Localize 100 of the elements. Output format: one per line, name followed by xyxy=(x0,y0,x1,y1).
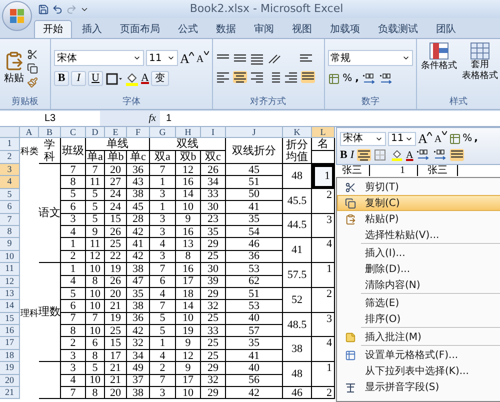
row-header[interactable]: 14 xyxy=(0,300,20,313)
underline-button[interactable]: U xyxy=(88,71,104,86)
ribbon-tab[interactable]: 团队 xyxy=(428,20,464,38)
menu-item[interactable]: 排序(O) xyxy=(337,311,500,327)
row-header[interactable]: 7 xyxy=(0,214,20,226)
ribbon-tab[interactable]: 数据 xyxy=(208,20,244,38)
bold-button[interactable]: B xyxy=(340,149,348,161)
rank-cell[interactable]: 2 xyxy=(312,188,335,214)
rank-cell[interactable]: 3 xyxy=(312,312,335,338)
ribbon-tab[interactable]: 视图 xyxy=(284,20,320,38)
rank-cell[interactable]: 2 xyxy=(312,288,335,313)
rank-cell[interactable]: 1 xyxy=(312,362,335,388)
save-icon[interactable] xyxy=(38,4,49,14)
font-size-field[interactable]: 11 xyxy=(388,132,416,146)
row-header[interactable]: 20 xyxy=(0,374,20,388)
row-header[interactable]: 6 xyxy=(0,201,20,214)
row-header[interactable]: 5 xyxy=(0,188,20,202)
fill-color-icon[interactable] xyxy=(125,72,140,86)
rank-cell[interactable]: 1 xyxy=(312,164,335,189)
ribbon-tab[interactable]: 公式 xyxy=(170,20,206,38)
font-name-field[interactable]: 宋体 xyxy=(54,50,144,66)
align-left-icon[interactable] xyxy=(216,71,230,83)
conditional-format-button[interactable]: 条件格式 xyxy=(419,42,459,74)
rank-cell[interactable]: 1 xyxy=(312,263,335,288)
align-center-button[interactable] xyxy=(357,149,372,161)
italic-button[interactable]: I xyxy=(71,71,86,86)
row-header[interactable]: 13 xyxy=(0,288,20,300)
column-header[interactable]: I xyxy=(201,127,226,138)
align-right-icon[interactable] xyxy=(250,71,264,83)
align-center-button[interactable] xyxy=(232,71,247,83)
merge-cells-button[interactable] xyxy=(450,149,464,161)
menu-item[interactable]: 粘贴(P) xyxy=(337,211,500,227)
row-header[interactable]: 1 xyxy=(0,138,20,151)
decrease-decimal-icon[interactable] xyxy=(378,72,393,84)
menu-item[interactable]: 从下拉列表中选择(K)... xyxy=(337,363,500,379)
column-header[interactable]: J xyxy=(226,127,283,138)
row-header[interactable]: 10 xyxy=(0,250,20,264)
column-header[interactable]: C xyxy=(61,127,86,138)
menu-item[interactable]: 显示拼音字段(S) xyxy=(337,379,500,395)
ribbon-tab[interactable]: 审阅 xyxy=(246,20,282,38)
row-header[interactable]: 2 xyxy=(0,151,20,164)
ribbon-tab[interactable]: 负载测试 xyxy=(370,20,426,38)
column-header[interactable]: B xyxy=(39,127,61,138)
menu-item[interactable]: 清除内容(N) xyxy=(337,277,500,293)
row-header[interactable]: 15 xyxy=(0,312,20,326)
column-header[interactable]: E xyxy=(105,127,127,138)
paste-button[interactable]: 粘贴 xyxy=(3,50,25,86)
column-header[interactable]: L xyxy=(312,127,335,138)
font-size-field[interactable]: 11 xyxy=(146,50,178,66)
menu-item[interactable]: 插入(I)... xyxy=(337,245,500,261)
copy-icon[interactable] xyxy=(27,62,38,74)
menu-item[interactable]: 剪切(T) xyxy=(337,179,500,195)
decrease-decimal-icon[interactable] xyxy=(433,149,448,161)
row-header[interactable]: 12 xyxy=(0,276,20,288)
column-header[interactable]: F xyxy=(127,127,150,138)
increase-decimal-icon[interactable] xyxy=(362,72,376,84)
ribbon-tab[interactable]: 页面布局 xyxy=(112,20,168,38)
row-header[interactable]: 4 xyxy=(0,176,20,189)
row-header[interactable]: 18 xyxy=(0,350,20,362)
shrink-font-button[interactable]: A xyxy=(434,131,447,146)
percent-button[interactable]: % xyxy=(342,71,352,86)
merge-cells-button[interactable] xyxy=(300,71,315,83)
comma-button[interactable]: , xyxy=(474,131,478,146)
column-header[interactable]: A xyxy=(20,127,39,138)
row-header[interactable]: 16 xyxy=(0,325,20,338)
ribbon-tab[interactable]: 插入 xyxy=(74,20,110,38)
name-box[interactable]: L3 xyxy=(0,111,100,126)
row-header[interactable]: 8 xyxy=(0,226,20,238)
rank-cell[interactable]: 4 xyxy=(312,238,335,264)
fill-color-icon[interactable] xyxy=(391,149,404,161)
column-header[interactable]: G xyxy=(150,127,176,138)
shrink-font-button[interactable]: A xyxy=(196,50,209,66)
menu-item[interactable]: 复制(C) xyxy=(337,195,500,211)
bottom-align-icon[interactable] xyxy=(250,53,264,65)
menu-item[interactable]: 筛选(E) xyxy=(337,295,500,311)
font-color-button[interactable]: A xyxy=(141,73,149,84)
font-name-field[interactable]: 宋体 xyxy=(340,132,386,146)
column-header[interactable]: D xyxy=(86,127,105,138)
row-header[interactable]: 19 xyxy=(0,362,20,375)
format-painter-icon[interactable] xyxy=(27,76,38,88)
cut-icon[interactable] xyxy=(27,48,38,60)
row-header[interactable]: 11 xyxy=(0,263,20,276)
border-icon[interactable] xyxy=(105,72,124,86)
menu-item[interactable]: 选择性粘贴(V)... xyxy=(337,227,500,243)
increase-decimal-icon[interactable] xyxy=(416,149,430,161)
row-header[interactable]: 9 xyxy=(0,238,20,251)
grow-font-button[interactable]: A xyxy=(180,52,194,64)
undo-icon[interactable] xyxy=(52,4,63,14)
phonetic-button[interactable]: 变 xyxy=(150,71,169,86)
ribbon-tab[interactable]: 开始 xyxy=(34,20,72,38)
percent-button[interactable]: % xyxy=(462,131,472,146)
font-color-button[interactable]: A xyxy=(406,150,414,160)
italic-button[interactable]: I xyxy=(350,149,354,161)
orientation-icon[interactable] xyxy=(266,53,283,65)
row-header[interactable]: 3 xyxy=(0,164,20,176)
rank-cell[interactable]: 4 xyxy=(312,337,335,362)
rank-cell[interactable]: 2 xyxy=(312,387,335,400)
row-header[interactable]: 17 xyxy=(0,337,20,350)
formula-field[interactable]: 1 xyxy=(160,111,500,126)
column-header[interactable]: H xyxy=(176,127,201,138)
